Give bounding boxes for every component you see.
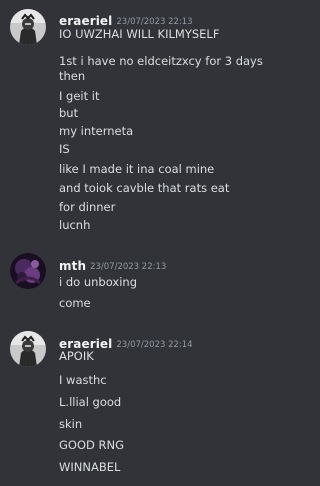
message-line: then [59,69,86,83]
timestamp: 23/07/2023 22:13 [116,17,193,27]
message-line: skin [59,417,83,431]
username[interactable]: mth [59,259,86,273]
message-line: IO UWZHAI WILL KILMYSELF [59,27,220,41]
message-line: 1st i have no eldceitzxcy for 3 days [59,54,263,68]
message-line: APOIK [59,349,94,363]
timestamp: 23/07/2023 22:13 [90,262,167,272]
message-line: lucnh [59,218,91,232]
message-line: like I made it ina coal mine [59,162,215,176]
message-line: for dinner [59,200,116,214]
message-line: I geit it [59,89,100,103]
message-line: my interneta [59,124,134,138]
timestamp: 23/07/2023 22:14 [116,340,193,350]
message-line: i do unboxing [59,275,137,289]
eraeriel-avatar-icon[interactable] [10,331,46,367]
message-header: eraeriel 23/07/2023 22:13 [59,10,193,28]
message-header: mth 23/07/2023 22:13 [59,255,166,273]
eraeriel-avatar-icon[interactable] [10,9,46,45]
message-line: IS [59,142,70,156]
message-line: L.llial good [59,395,122,409]
message-line: but [59,106,79,120]
mth-avatar-icon[interactable] [10,253,46,289]
message-line: WINNABEL [59,460,121,474]
message-line: I wasthc [59,373,107,387]
message-line: come [59,296,91,310]
message-line: and toiok cavble that rats eat [59,181,230,195]
username[interactable]: eraeriel [59,14,112,28]
message-line: GOOD RNG [59,438,125,452]
